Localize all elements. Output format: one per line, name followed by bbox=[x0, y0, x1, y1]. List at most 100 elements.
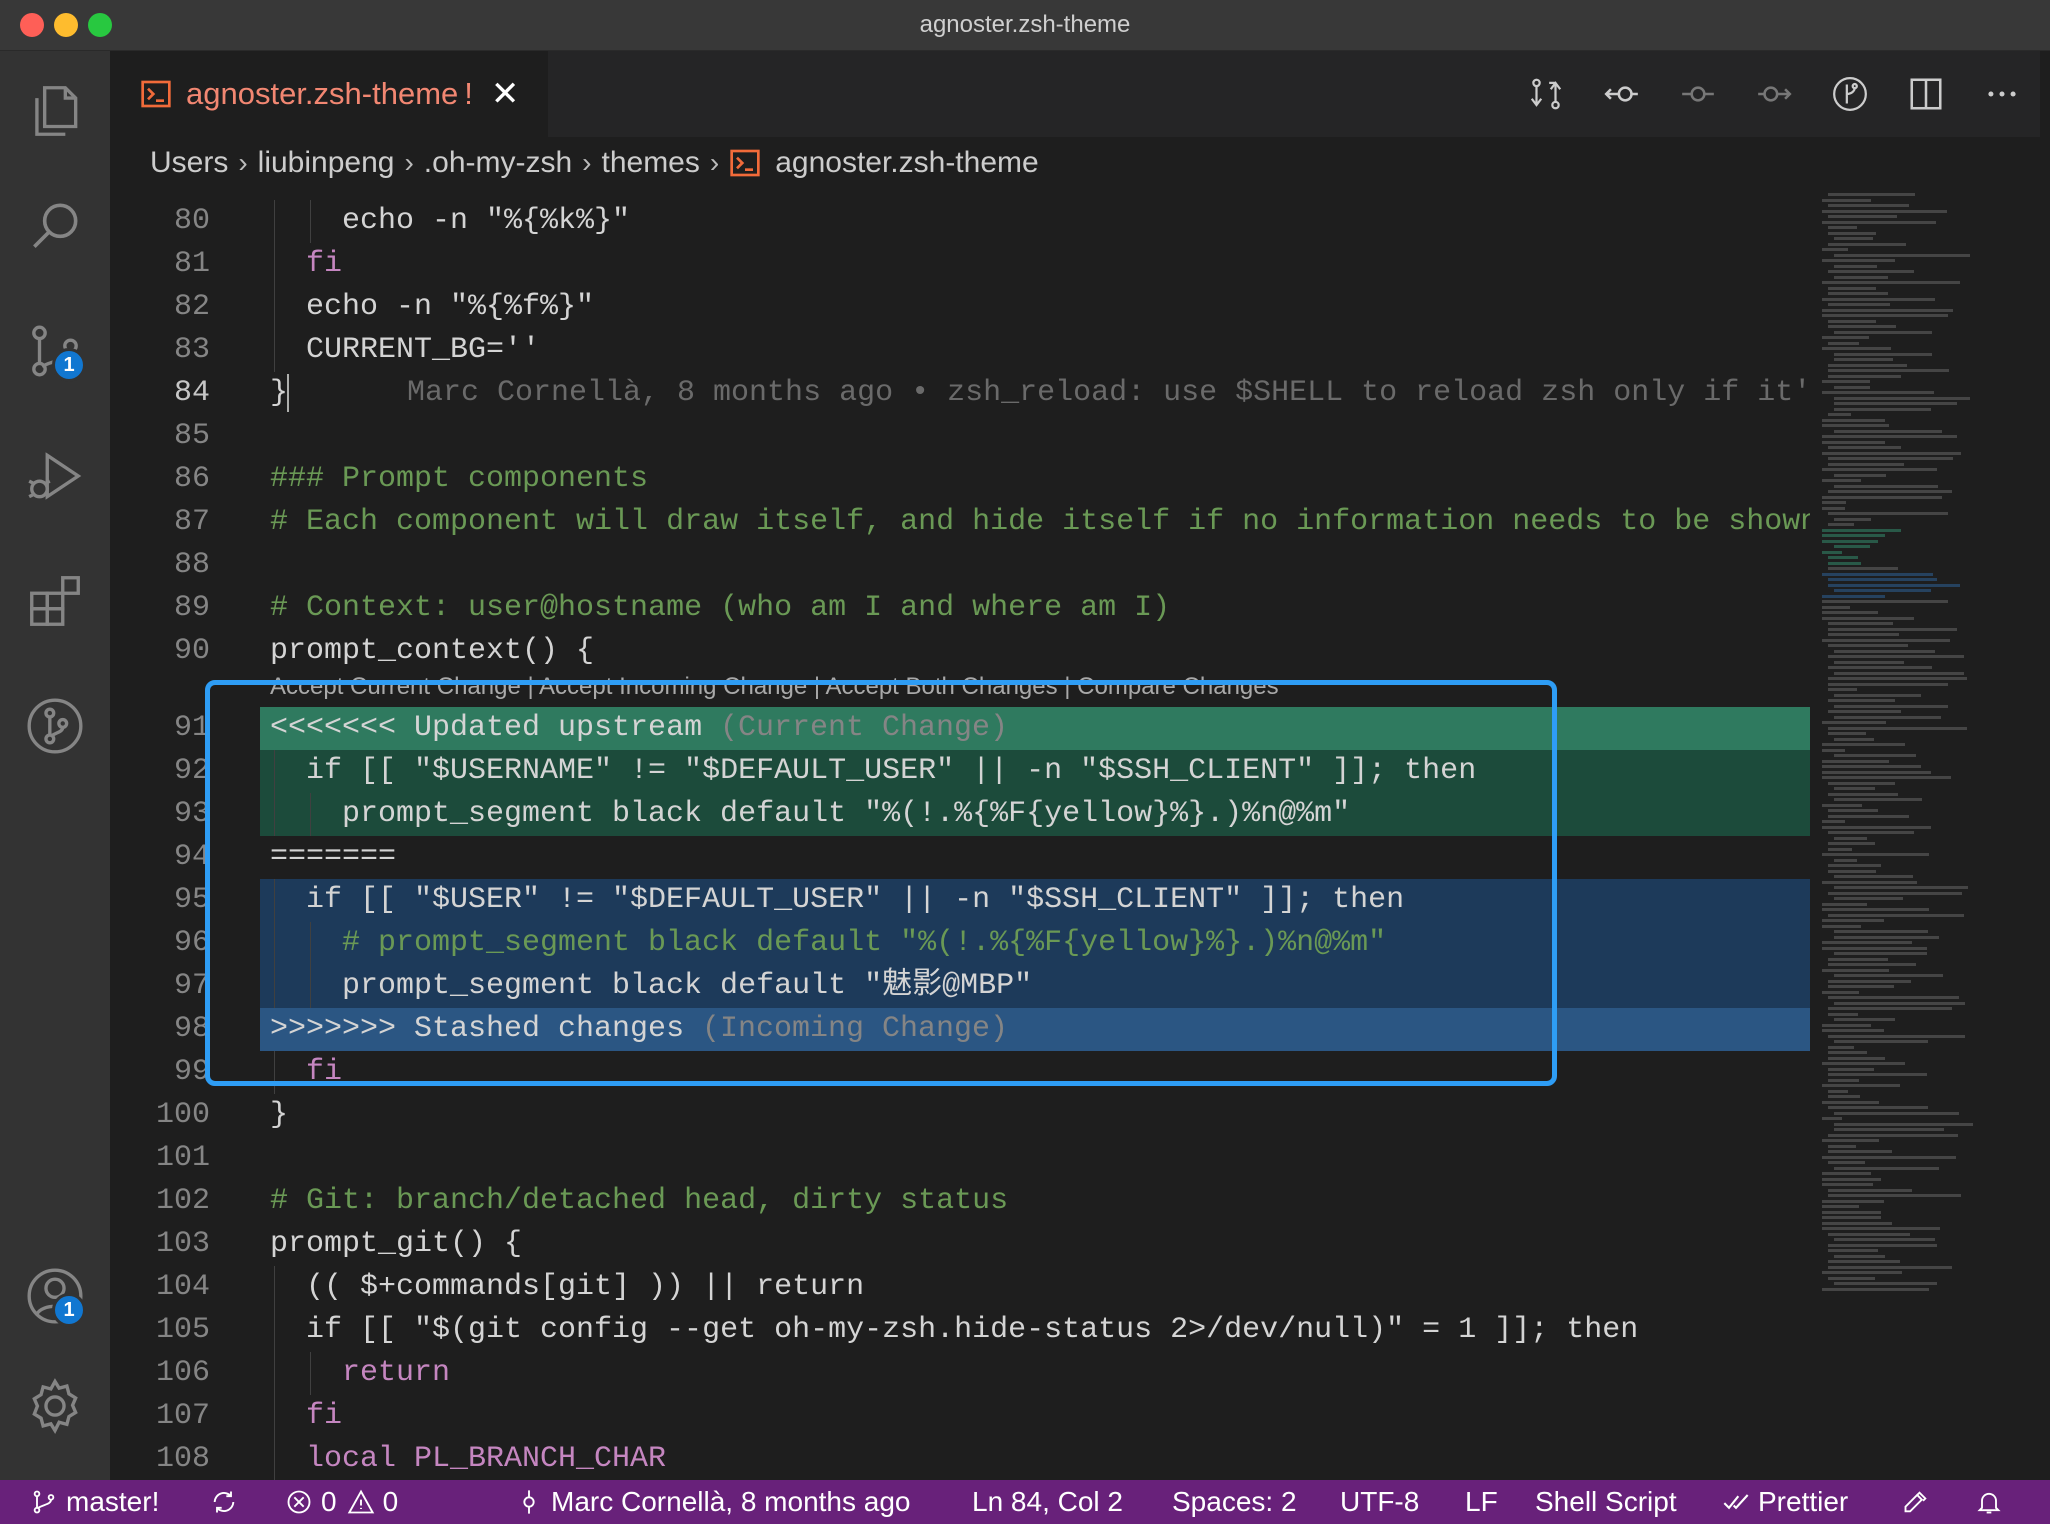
source-control-icon[interactable]: 1 bbox=[20, 316, 90, 386]
minimap-line bbox=[1834, 352, 1932, 356]
minimap-line bbox=[1828, 490, 1953, 493]
line-number: 102 bbox=[155, 1184, 210, 1218]
minimap-line bbox=[1822, 600, 1948, 603]
minimap-line bbox=[1828, 462, 1905, 466]
minimap-line bbox=[1828, 913, 1964, 917]
sync-icon[interactable] bbox=[210, 1480, 246, 1524]
minimap-line bbox=[1828, 1056, 1886, 1060]
feedback-icon[interactable] bbox=[1902, 1480, 1938, 1524]
line-number: 108 bbox=[155, 1442, 210, 1476]
minimap-line bbox=[1834, 1282, 1938, 1285]
chevron-right-icon: › bbox=[582, 147, 592, 178]
indent-guide bbox=[274, 1395, 275, 1438]
git-graph-icon[interactable] bbox=[20, 691, 90, 761]
previous-change-icon[interactable] bbox=[1584, 51, 1660, 137]
minimap-line bbox=[1834, 671, 1964, 675]
notifications-bell-icon[interactable] bbox=[1975, 1480, 2011, 1524]
branch-status[interactable]: master! bbox=[30, 1480, 159, 1524]
minimap-line bbox=[1828, 1133, 1958, 1137]
minimap-line bbox=[1822, 611, 1879, 614]
minimap-line bbox=[1828, 677, 1967, 680]
minimap-line bbox=[1822, 336, 1869, 339]
problems-status[interactable]: 0 0 bbox=[285, 1480, 398, 1524]
minimap-line bbox=[1834, 358, 1893, 361]
minimap-line bbox=[1834, 275, 1888, 279]
code-line: 80 echo -n "%{%k%}" bbox=[110, 200, 1810, 243]
prettier-status[interactable]: Prettier bbox=[1722, 1480, 1848, 1524]
line-number: 89 bbox=[173, 591, 210, 625]
minimap-line bbox=[1828, 567, 1898, 570]
tab-agnoster-zsh-theme[interactable]: agnoster.zsh-theme ! ✕ bbox=[110, 51, 548, 137]
minimap-line bbox=[1834, 836, 1867, 840]
minimap-line bbox=[1834, 660, 1904, 664]
line-number: 90 bbox=[173, 634, 210, 668]
inline-git-blame: Marc Cornellà, 8 months ago • zsh_reload… bbox=[407, 376, 1810, 410]
minimap-line bbox=[1822, 594, 1886, 598]
minimap-line bbox=[1828, 1012, 1859, 1016]
minimap[interactable] bbox=[1810, 189, 2035, 1480]
code-text: echo -n "%{%k%}" bbox=[342, 204, 631, 238]
end-of-line[interactable]: LF bbox=[1465, 1480, 1498, 1524]
line-number: 103 bbox=[155, 1227, 210, 1261]
next-change-icon[interactable] bbox=[1736, 51, 1812, 137]
breadcrumb-themes[interactable]: themes bbox=[601, 146, 699, 180]
line-number: 105 bbox=[155, 1313, 210, 1347]
git-graph-action-icon[interactable] bbox=[1812, 51, 1888, 137]
language-mode[interactable]: Shell Script bbox=[1535, 1480, 1677, 1524]
vertical-scrollbar[interactable] bbox=[2035, 189, 2050, 1480]
minimap-line bbox=[1828, 231, 1877, 235]
close-icon[interactable]: ✕ bbox=[491, 74, 520, 114]
minimap-line bbox=[1822, 440, 1886, 444]
breadcrumb-liubinpeng[interactable]: liubinpeng bbox=[258, 146, 395, 180]
accounts-badge: 1 bbox=[52, 1293, 86, 1327]
code-text: fi bbox=[306, 247, 343, 281]
search-icon[interactable] bbox=[20, 191, 90, 261]
git-blame-status[interactable]: Marc Cornellà, 8 months ago bbox=[515, 1480, 911, 1524]
minimap-line bbox=[1828, 1106, 1929, 1109]
minimap-line bbox=[1822, 1287, 1930, 1291]
minimap-line bbox=[1828, 864, 1882, 867]
explorer-icon[interactable] bbox=[20, 76, 90, 146]
minimap-line bbox=[1828, 1034, 1966, 1038]
more-actions-icon[interactable] bbox=[1964, 51, 2040, 137]
minimap-line bbox=[1834, 473, 1886, 477]
settings-gear-icon[interactable] bbox=[20, 1371, 90, 1441]
minimap-line bbox=[1834, 897, 1904, 900]
minimap-line bbox=[1828, 325, 1897, 328]
minimap-line bbox=[1834, 1166, 1939, 1170]
breadcrumb-file[interactable]: agnoster.zsh-theme bbox=[775, 146, 1038, 180]
code-line: 85 bbox=[110, 415, 1810, 458]
minimap-line bbox=[1834, 693, 1921, 697]
minimap-line bbox=[1822, 765, 1921, 768]
minimap-line bbox=[1834, 754, 1916, 757]
indentation[interactable]: Spaces: 2 bbox=[1172, 1480, 1297, 1524]
open-changes-icon[interactable] bbox=[1508, 51, 1584, 137]
double-check-icon bbox=[1723, 1494, 1749, 1510]
minimap-line bbox=[1822, 946, 1928, 950]
minimap-line bbox=[1828, 809, 1879, 812]
extensions-icon[interactable] bbox=[20, 566, 90, 636]
minimap-line bbox=[1828, 1045, 1855, 1049]
accounts-icon[interactable]: 1 bbox=[20, 1261, 90, 1331]
cursor-position[interactable]: Ln 84, Col 2 bbox=[972, 1480, 1123, 1524]
line-number: 81 bbox=[173, 247, 210, 281]
minimap-line bbox=[1822, 743, 1906, 746]
breadcrumb: Users › liubinpeng › .oh-my-zsh › themes… bbox=[110, 137, 1810, 189]
split-editor-icon[interactable] bbox=[1888, 51, 1964, 137]
line-number: 99 bbox=[173, 1055, 210, 1089]
chevron-right-icon: › bbox=[709, 147, 720, 178]
minimap-line bbox=[1822, 1271, 1902, 1274]
minimap-line bbox=[1822, 605, 1851, 609]
minimap-line bbox=[1822, 435, 1957, 438]
minimap-line bbox=[1828, 270, 1915, 273]
minimap-line bbox=[1822, 424, 1890, 427]
breadcrumb-users[interactable]: Users bbox=[150, 146, 228, 180]
minimap-line bbox=[1834, 330, 1933, 334]
encoding[interactable]: UTF-8 bbox=[1340, 1480, 1419, 1524]
run-debug-icon[interactable] bbox=[20, 441, 90, 511]
commit-icon[interactable] bbox=[1660, 51, 1736, 137]
minimap-line bbox=[1822, 1029, 1885, 1032]
chevron-right-icon: › bbox=[238, 147, 248, 178]
breadcrumb-oh-my-zsh[interactable]: .oh-my-zsh bbox=[424, 146, 572, 180]
code-line: 102 # Git: branch/detached head, dirty st… bbox=[110, 1180, 1810, 1223]
